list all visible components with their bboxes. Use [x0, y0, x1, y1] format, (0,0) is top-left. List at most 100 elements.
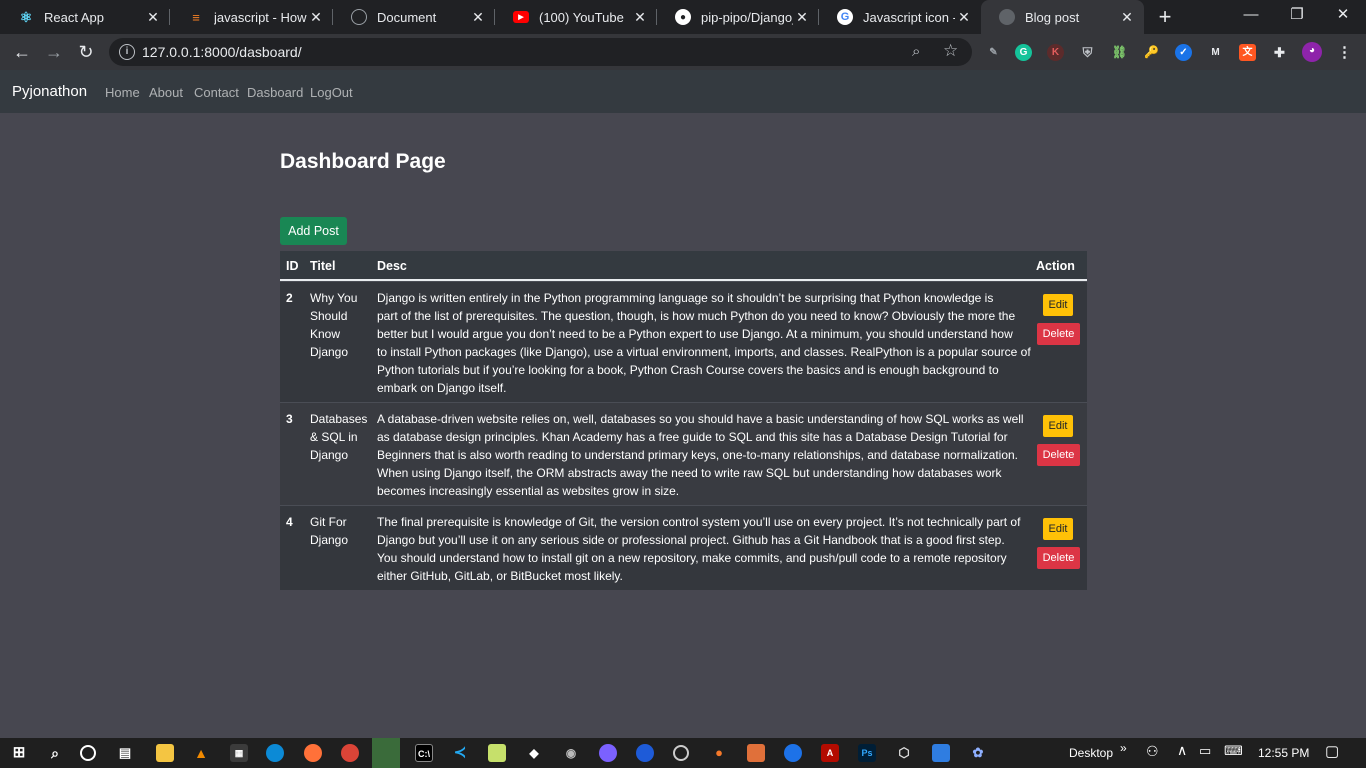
browser-tab-active[interactable]: Blog post ✕	[981, 0, 1144, 34]
chevron-right-icon[interactable]: »	[1120, 741, 1127, 755]
browser-tab[interactable]: ● pip-pipo/Django_B ✕	[657, 0, 819, 34]
app-icon[interactable]	[747, 744, 765, 762]
nav-link-dashboard[interactable]: Dasboard	[247, 85, 303, 100]
vlc-icon[interactable]: ▲	[192, 744, 210, 762]
back-button[interactable]: ←	[10, 40, 34, 64]
notepad-icon[interactable]	[488, 744, 506, 762]
browser-tab[interactable]: ⚛ React App ✕	[0, 0, 170, 34]
photoshop-icon[interactable]: Ps	[858, 744, 876, 762]
add-post-button[interactable]: Add Post	[280, 217, 347, 245]
close-tab-icon[interactable]: ✕	[307, 9, 325, 26]
edit-button[interactable]: Edit	[1043, 518, 1073, 540]
shield-extension-icon[interactable]: ⛨	[1079, 44, 1096, 61]
minimize-button[interactable]: —	[1228, 0, 1274, 34]
reload-button[interactable]: ↻	[74, 40, 98, 64]
nav-link-home[interactable]: Home	[105, 85, 140, 100]
edit-button[interactable]: Edit	[1043, 294, 1073, 316]
people-icon[interactable]: ⚇	[1146, 743, 1159, 760]
extensions-puzzle-icon[interactable]: ✚	[1271, 44, 1288, 61]
title-line: & SQL in	[310, 430, 358, 444]
m-extension-icon[interactable]: M	[1207, 44, 1224, 61]
close-tab-icon[interactable]: ✕	[955, 9, 973, 26]
nav-link-contact[interactable]: Contact	[194, 85, 239, 100]
row-desc: Django is written entirely in the Python…	[377, 289, 1037, 397]
check-extension-icon[interactable]: ✓	[1175, 44, 1192, 61]
clock-time[interactable]: 12:55 PM	[1258, 746, 1309, 760]
app-icon[interactable]: ◉	[562, 744, 580, 762]
translate-extension-icon[interactable]: 文	[1239, 44, 1256, 61]
firefox-icon[interactable]	[304, 744, 322, 762]
app-icon[interactable]	[932, 744, 950, 762]
cortana-icon[interactable]	[80, 745, 96, 761]
keyboard-icon[interactable]: ⌨	[1224, 743, 1243, 759]
link-extension-icon[interactable]: ⛓	[1111, 44, 1128, 61]
more-menu-icon[interactable]: ⋮	[1336, 44, 1353, 61]
app-icon[interactable]	[673, 745, 689, 761]
table-row: 2 Why You Should Know Django Django is w…	[280, 281, 1087, 402]
terminal-icon[interactable]: C:\	[415, 744, 433, 762]
row-id: 4	[286, 515, 293, 529]
notifications-icon[interactable]: ▢	[1325, 742, 1339, 760]
close-window-button[interactable]: ✕	[1320, 0, 1366, 34]
delete-button[interactable]: Delete	[1037, 444, 1080, 466]
windows-start-icon[interactable]: ⊞	[10, 744, 28, 762]
browser-tab[interactable]: ▶ (100) YouTube ✕	[495, 0, 657, 34]
chrome-icon[interactable]	[341, 744, 359, 762]
delete-button[interactable]: Delete	[1037, 547, 1080, 569]
site-info-icon[interactable]: i	[119, 44, 135, 60]
stackoverflow-icon: ≡	[192, 9, 200, 25]
network-icon[interactable]: ▭	[1199, 743, 1211, 759]
blender-icon[interactable]: ●	[710, 744, 728, 762]
vscode-icon[interactable]: ≺	[451, 744, 469, 762]
maximize-button[interactable]: ❐	[1274, 0, 1320, 34]
file-explorer-icon[interactable]	[156, 744, 174, 762]
desc-line: part of the list of prerequisites. The q…	[377, 309, 1016, 323]
posts-table: ID Titel Desc Action 2 Why You Should Kn…	[280, 251, 1087, 590]
app-icon[interactable]: ◆	[525, 744, 543, 762]
search-icon[interactable]: ⌕	[46, 744, 64, 762]
new-tab-button[interactable]: +	[1154, 4, 1176, 30]
browser-tab-strip: ⚛ React App ✕ ≡ javascript - How to ✕ Do…	[0, 0, 1366, 34]
close-tab-icon[interactable]: ✕	[631, 9, 649, 26]
app-icon[interactable]: ✿	[969, 744, 987, 762]
close-tab-icon[interactable]: ✕	[144, 9, 162, 26]
row-title: Git For Django	[310, 513, 372, 549]
address-bar[interactable]: i 127.0.0.1:8000/dasboard/ ⌕ ☆	[109, 38, 972, 66]
nav-link-about[interactable]: About	[149, 85, 183, 100]
desktop-toolbar-label[interactable]: Desktop	[1069, 746, 1113, 760]
delete-button[interactable]: Delete	[1037, 323, 1080, 345]
row-title: Why You Should Know Django	[310, 289, 372, 361]
tab-label: (100) YouTube	[539, 9, 624, 25]
close-tab-icon[interactable]: ✕	[469, 9, 487, 26]
bookmark-star-icon[interactable]: ☆	[943, 41, 958, 61]
chrome-active-icon[interactable]	[372, 738, 400, 768]
chevron-up-icon[interactable]: ∧	[1177, 742, 1187, 759]
app-icon[interactable]	[599, 744, 617, 762]
teamviewer-icon[interactable]	[784, 744, 802, 762]
site-navbar: Pyjonathon Home About Contact Dasboard L…	[0, 70, 1366, 113]
grammarly-extension-icon[interactable]: G	[1015, 44, 1032, 61]
zoom-icon[interactable]: ⌕	[912, 43, 920, 60]
app-icon[interactable]	[636, 744, 654, 762]
close-tab-icon[interactable]: ✕	[793, 9, 811, 26]
key-extension-icon[interactable]: 🔑	[1143, 44, 1160, 61]
close-tab-icon[interactable]: ✕	[1118, 9, 1136, 26]
k-extension-icon[interactable]: K	[1047, 44, 1064, 61]
profile-avatar[interactable]: ◕	[1302, 42, 1322, 62]
edge-icon[interactable]	[266, 744, 284, 762]
desc-line: becomes increasingly essential as websit…	[377, 484, 680, 498]
browser-tab[interactable]: ≡ javascript - How to ✕	[170, 0, 333, 34]
edit-button[interactable]: Edit	[1043, 415, 1073, 437]
forward-button[interactable]: →	[42, 40, 66, 64]
address-url[interactable]: 127.0.0.1:8000/dasboard/	[142, 44, 302, 60]
nav-link-logout[interactable]: LogOut	[310, 85, 353, 100]
app-icon[interactable]: ⬡	[895, 744, 913, 762]
site-brand[interactable]: Pyjonathon	[12, 83, 87, 100]
task-view-icon[interactable]: ▤	[116, 744, 134, 762]
browser-tab[interactable]: G Javascript icon - G ✕	[819, 0, 981, 34]
calculator-icon[interactable]: ▦	[230, 744, 248, 762]
tab-label: Blog post	[1025, 9, 1080, 25]
browser-tab[interactable]: Document ✕	[333, 0, 495, 34]
acrobat-icon[interactable]: A	[821, 744, 839, 762]
pen-extension-icon[interactable]: ✎	[985, 44, 1002, 61]
